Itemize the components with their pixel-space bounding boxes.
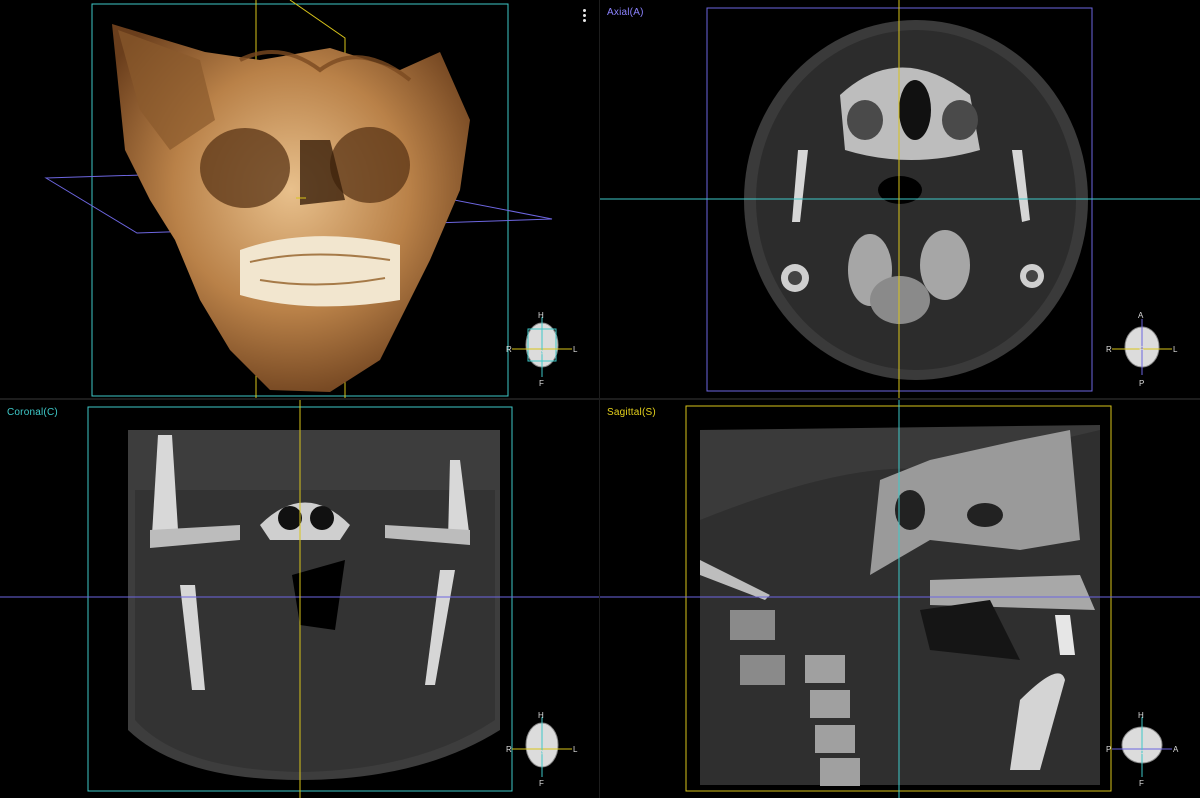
pane-label-sagittal: Sagittal(S) — [607, 407, 656, 418]
orient-center: F — [1139, 345, 1144, 354]
orientation-cube-volume[interactable]: H R L F A — [502, 307, 582, 387]
skull-volume — [112, 24, 470, 392]
orientation-cube-axial[interactable]: A R L P F — [1102, 307, 1182, 387]
orient-center: A — [539, 349, 545, 358]
orient-left: R — [506, 745, 512, 754]
volume-render-viewport[interactable]: H R L F A — [0, 0, 599, 398]
orient-left: R — [1106, 345, 1112, 354]
orient-top: H — [1138, 711, 1144, 720]
coronal-viewport[interactable]: Coronal(C) H R L F A — [0, 400, 599, 798]
orient-right: A — [1173, 745, 1179, 754]
orientation-cube-coronal[interactable]: H R L F A — [502, 707, 582, 787]
pane-label-axial: Axial(A) — [607, 7, 644, 18]
orient-left: P — [1106, 745, 1111, 754]
orient-bottom: F — [539, 379, 544, 387]
viewport-divider-horizontal[interactable] — [0, 398, 1200, 400]
orient-center: A — [539, 749, 545, 758]
orient-top: H — [538, 311, 544, 320]
orientation-cube-sagittal[interactable]: H P A F R — [1102, 707, 1182, 787]
orient-top: A — [1138, 311, 1144, 320]
orient-right: L — [1173, 345, 1178, 354]
orient-center: R — [1139, 749, 1145, 758]
pane-label-coronal: Coronal(C) — [7, 407, 58, 418]
more-vertical-icon — [582, 9, 586, 12]
axial-viewport[interactable]: Axial(A) A R L P F — [600, 0, 1200, 398]
orient-left: R — [506, 345, 512, 354]
orient-bottom: P — [1139, 379, 1144, 387]
orient-bottom: F — [539, 779, 544, 787]
orient-bottom: F — [1139, 779, 1144, 787]
orient-top: H — [538, 711, 544, 720]
orient-right: L — [573, 345, 578, 354]
orient-right: L — [573, 745, 578, 754]
sagittal-viewport[interactable]: Sagittal(S) H P A F R — [600, 400, 1200, 798]
viewport-menu-button[interactable] — [579, 8, 589, 24]
